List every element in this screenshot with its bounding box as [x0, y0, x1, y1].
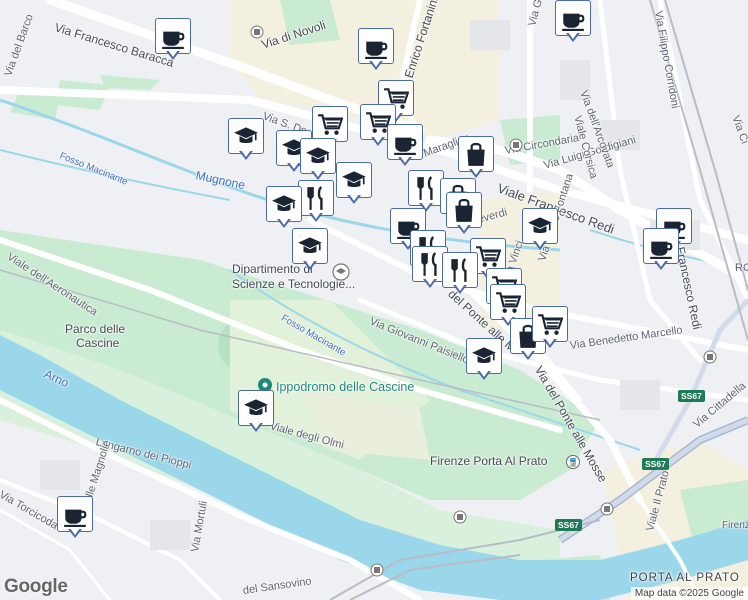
cafe-marker[interactable] — [155, 18, 191, 62]
road-shield-ss67: SS67 — [678, 390, 705, 402]
shopping-bag-marker[interactable] — [458, 136, 494, 180]
place-icon[interactable] — [600, 502, 614, 516]
school-marker[interactable] — [292, 228, 328, 272]
school-marker[interactable] — [466, 338, 502, 382]
cafe-marker[interactable] — [57, 496, 93, 540]
label-ro: RO — [735, 262, 748, 274]
label-firenze-porta-al-prato: Firenze Porta Al Prato — [430, 454, 548, 468]
school-marker[interactable] — [522, 208, 558, 252]
label-parco-cascine: Parco delle — [65, 322, 126, 336]
map-canvas[interactable]: Via del Barco Via Francesco Baracca Via … — [0, 0, 748, 600]
cafe-icon — [643, 228, 679, 264]
shopping-bag-icon — [458, 136, 494, 172]
cafe-icon — [358, 28, 394, 64]
school-icon — [238, 390, 274, 426]
cafe-marker[interactable] — [643, 228, 679, 272]
restaurant-icon — [442, 252, 478, 288]
label-firenze-ma: Firenze Ma — [722, 520, 748, 531]
school-marker[interactable] — [228, 118, 264, 162]
place-icon[interactable] — [703, 350, 717, 364]
school-icon — [466, 338, 502, 374]
label-porta-al-prato: PORTA AL PRATO — [630, 572, 740, 584]
cafe-marker[interactable] — [387, 124, 423, 168]
school-icon — [522, 208, 558, 244]
place-icon[interactable] — [453, 510, 467, 524]
place-icon[interactable] — [509, 138, 523, 152]
school-marker[interactable] — [238, 390, 274, 434]
cafe-icon — [555, 0, 591, 36]
place-icon[interactable] — [250, 25, 264, 39]
cafe-marker[interactable] — [358, 28, 394, 72]
road-shield-ss67: SS67 — [642, 458, 669, 470]
map-base-layer — [0, 0, 748, 600]
restaurant-marker[interactable] — [442, 252, 478, 296]
shopping-cart-icon — [490, 284, 526, 320]
shopping-bag-icon — [446, 192, 482, 228]
school-marker[interactable] — [336, 162, 372, 206]
university-place-icon[interactable] — [332, 263, 350, 281]
school-icon — [228, 118, 264, 154]
shopping-cart-icon — [532, 306, 568, 342]
school-marker[interactable] — [266, 186, 302, 230]
school-icon — [336, 162, 372, 198]
restaurant-icon — [408, 170, 444, 206]
label-ippodromo: Ippodromo delle Cascine — [276, 380, 415, 394]
place-icon[interactable] — [370, 563, 384, 577]
restaurant-icon — [298, 180, 334, 216]
cafe-marker[interactable] — [555, 0, 591, 44]
road-shield-ss67: SS67 — [555, 519, 582, 531]
train-station-icon[interactable]: 🚆 — [566, 455, 580, 469]
map-attribution[interactable]: Map data ©2025 Google — [630, 587, 748, 600]
school-icon — [292, 228, 328, 264]
shopping-bag-marker[interactable] — [446, 192, 482, 236]
cafe-icon — [57, 496, 93, 532]
school-marker[interactable] — [300, 138, 336, 182]
label-parco-cascine-2: Cascine — [76, 336, 120, 350]
shopping-cart-marker[interactable] — [532, 306, 568, 350]
google-logo: Google — [4, 576, 68, 597]
shopping-cart-icon — [312, 106, 348, 142]
cafe-icon — [155, 18, 191, 54]
cafe-icon — [387, 124, 423, 160]
restaurant-marker[interactable] — [298, 180, 334, 224]
school-icon — [266, 186, 302, 222]
school-icon — [300, 138, 336, 174]
